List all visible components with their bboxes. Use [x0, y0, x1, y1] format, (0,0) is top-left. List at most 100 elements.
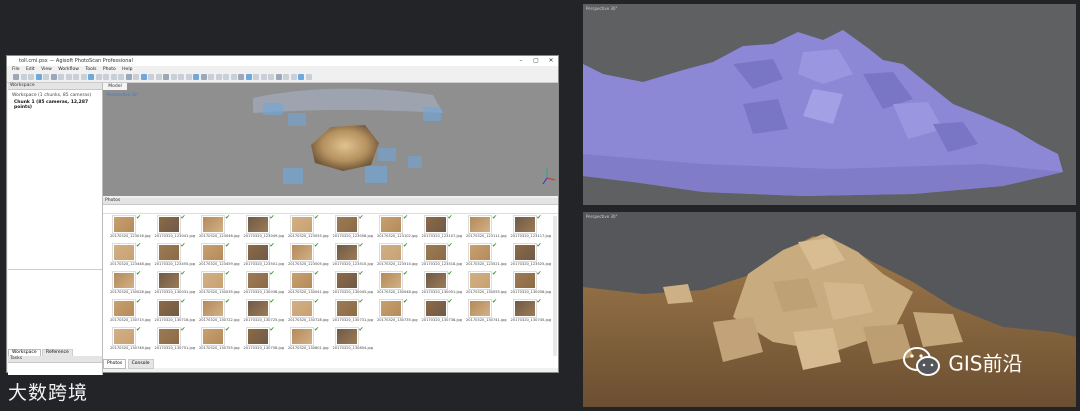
photo-thumbnail[interactable] — [335, 216, 358, 233]
toolbar-tool-icon[interactable] — [95, 74, 102, 80]
toolbar-tool-icon[interactable] — [268, 74, 274, 80]
photo-thumbnail[interactable] — [246, 272, 269, 289]
photo-thumbnail[interactable] — [424, 272, 447, 289]
tab-console[interactable]: Console — [127, 359, 154, 369]
toolbar-tool-icon[interactable] — [43, 74, 49, 80]
workspace-tree-chunk[interactable]: Chunk 1 (85 cameras, 12,287 points) — [14, 100, 102, 110]
photo-thumbnail[interactable] — [157, 272, 180, 289]
photo-thumbnail[interactable] — [157, 216, 180, 233]
mesh-view[interactable]: Perspective 30° — [583, 4, 1076, 205]
toolbar-tool-icon[interactable] — [163, 74, 169, 80]
toolbar-tool-icon[interactable] — [275, 74, 282, 80]
photo-thumbnail[interactable] — [113, 300, 135, 317]
toolbar-tool-icon[interactable] — [155, 74, 162, 80]
toolbar-tool-icon[interactable] — [88, 74, 94, 80]
photo-thumbnail[interactable] — [513, 300, 536, 317]
photo-thumbnail[interactable] — [113, 244, 135, 261]
toolbar-tool-icon[interactable] — [178, 74, 184, 80]
toolbar-tool-icon[interactable] — [125, 74, 132, 80]
photo-thumbnail[interactable] — [424, 300, 447, 317]
toolbar-tool-icon[interactable] — [28, 74, 34, 80]
photo-thumbnail[interactable] — [202, 272, 224, 289]
tab-photos[interactable]: Photos — [103, 359, 127, 369]
menu-help[interactable]: Help — [122, 66, 132, 73]
toolbar-tool-icon[interactable] — [230, 74, 237, 80]
photo-thumbnail[interactable] — [246, 216, 269, 233]
toolbar-tool-icon[interactable] — [35, 74, 42, 80]
photo-thumbnail[interactable] — [513, 244, 536, 261]
model-tab[interactable]: Model — [103, 83, 127, 90]
model-view[interactable]: Perspective 30° — [103, 83, 558, 196]
toolbar-tool-icon[interactable] — [80, 74, 87, 80]
photo-thumbnail[interactable] — [202, 216, 224, 233]
photo-thumbnail[interactable] — [291, 300, 313, 317]
toolbar-tool-icon[interactable] — [245, 74, 252, 80]
menu-file[interactable]: File — [12, 66, 20, 73]
photo-thumbnail[interactable] — [335, 272, 358, 289]
photo-thumbnail[interactable] — [469, 216, 491, 233]
toolbar-tool-icon[interactable] — [148, 74, 154, 80]
menu-photo[interactable]: Photo — [103, 66, 116, 73]
photo-thumbnail[interactable] — [513, 216, 536, 233]
maximize-icon[interactable]: ▢ — [529, 56, 543, 66]
toolbar-tool-icon[interactable] — [118, 74, 124, 80]
menu-edit[interactable]: Edit — [26, 66, 35, 73]
toolbar-tool-icon[interactable] — [20, 74, 27, 80]
photo-thumbnail[interactable] — [202, 328, 224, 345]
menu-workflow[interactable]: Workflow — [58, 66, 79, 73]
photo-thumbnail[interactable] — [113, 216, 135, 233]
toolbar-tool-icon[interactable] — [260, 74, 267, 80]
toolbar-tool-icon[interactable] — [73, 74, 79, 80]
toolbar-tool-icon[interactable] — [283, 74, 289, 80]
toolbar-tool-icon[interactable] — [253, 74, 259, 80]
photo-thumbnail[interactable] — [380, 216, 402, 233]
photo-thumbnail[interactable] — [157, 300, 180, 317]
photo-thumbnail[interactable] — [291, 272, 313, 289]
minimize-icon[interactable]: – — [514, 56, 528, 66]
toolbar-tool-icon[interactable] — [298, 74, 304, 80]
photo-thumbnail[interactable] — [157, 244, 180, 261]
toolbar-tool-icon[interactable] — [208, 74, 214, 80]
photo-thumbnail[interactable] — [246, 328, 269, 345]
toolbar-tool-icon[interactable] — [305, 74, 312, 80]
toolbar-tool-icon[interactable] — [170, 74, 177, 80]
toolbar-tool-icon[interactable] — [200, 74, 207, 80]
photo-thumbnail[interactable] — [335, 328, 358, 345]
toolbar-tool-icon[interactable] — [185, 74, 192, 80]
menu-tools[interactable]: Tools — [85, 66, 96, 73]
photo-thumbnail[interactable] — [291, 328, 313, 345]
photo-thumbnail[interactable] — [202, 244, 224, 261]
toolbar-tool-icon[interactable] — [193, 74, 199, 80]
toolbar-tool-icon[interactable] — [140, 74, 147, 80]
toolbar-tool-icon[interactable] — [290, 74, 297, 80]
photo-thumbnail[interactable] — [335, 244, 358, 261]
photo-thumbnail[interactable] — [424, 216, 447, 233]
photo-thumbnail[interactable] — [291, 216, 313, 233]
photo-thumbnail[interactable] — [424, 244, 447, 261]
toolbar-tool-icon[interactable] — [110, 74, 117, 80]
toolbar-tool-icon[interactable] — [58, 74, 64, 80]
toolbar-tool-icon[interactable] — [13, 74, 19, 80]
photo-thumbnail[interactable] — [380, 272, 402, 289]
photo-thumbnail[interactable] — [335, 300, 358, 317]
photo-thumbnail[interactable] — [469, 272, 491, 289]
photo-thumbnail[interactable] — [513, 272, 536, 289]
photos-scrollbar[interactable] — [553, 216, 557, 356]
photo-thumbnail[interactable] — [469, 244, 491, 261]
toolbar-tool-icon[interactable] — [50, 74, 57, 80]
photo-thumbnail[interactable] — [380, 300, 402, 317]
menu-view[interactable]: View — [41, 66, 52, 73]
toolbar-tool-icon[interactable] — [215, 74, 222, 80]
toolbar-tool-icon[interactable] — [223, 74, 229, 80]
photo-thumbnail[interactable] — [157, 328, 180, 345]
photo-thumbnail[interactable] — [202, 300, 224, 317]
toolbar-tool-icon[interactable] — [65, 74, 72, 80]
photo-thumbnail[interactable] — [380, 244, 402, 261]
photo-thumbnail[interactable] — [469, 300, 491, 317]
toolbar-tool-icon[interactable] — [133, 74, 139, 80]
photo-thumbnail[interactable] — [246, 244, 269, 261]
photo-thumbnail[interactable] — [246, 300, 269, 317]
photo-thumbnail[interactable] — [113, 328, 135, 345]
photo-thumbnail[interactable] — [113, 272, 135, 289]
photo-thumbnail[interactable] — [291, 244, 313, 261]
